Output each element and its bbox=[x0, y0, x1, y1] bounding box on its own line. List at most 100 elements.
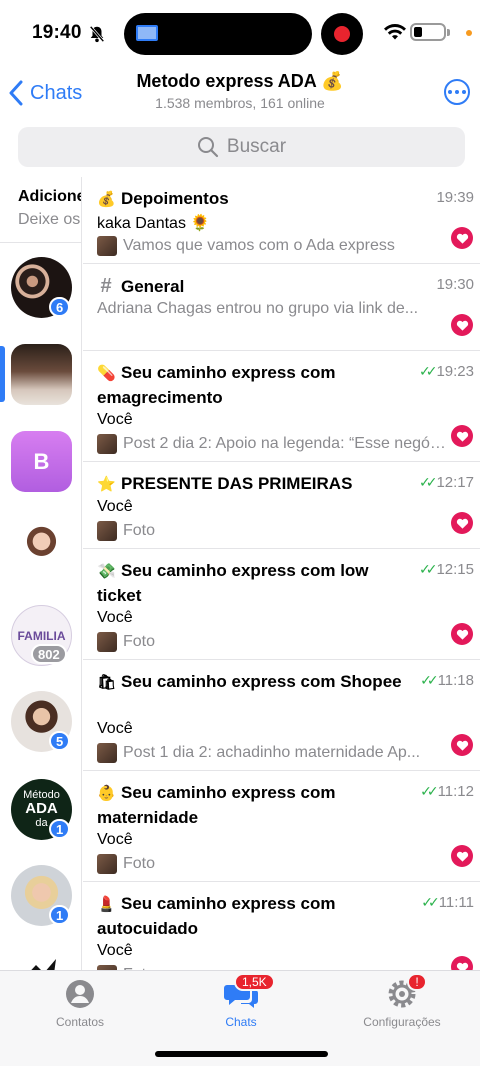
topic-sender: Você bbox=[97, 498, 133, 515]
topic-preview: Post 2 dia 2: Apoio na legenda: “Esse ne… bbox=[97, 434, 447, 454]
tab-contacts[interactable]: Contatos bbox=[25, 979, 135, 1029]
media-thumbnail bbox=[97, 632, 117, 652]
heart-reaction-icon[interactable] bbox=[451, 512, 473, 534]
topic-title: Seu caminho express com autocuidado bbox=[97, 894, 336, 938]
sidebar-chat-avatar[interactable]: 6 bbox=[11, 257, 72, 318]
read-checkmark-icon: ✓✓ bbox=[418, 363, 438, 379]
topic-name: 🛍 Seu caminho express com Shopee bbox=[97, 670, 407, 695]
media-thumbnail bbox=[97, 236, 117, 256]
topic-sender: kaka Dantas 🌻 bbox=[97, 215, 211, 232]
topic-row[interactable]: 👶 Seu caminho express com maternidade ✓✓ 11… bbox=[83, 771, 480, 882]
topic-sender: Você bbox=[97, 720, 133, 737]
topic-sender: Você bbox=[97, 609, 133, 626]
topic-time: 19:39 bbox=[436, 189, 474, 206]
sidebar-chat-avatar[interactable] bbox=[11, 951, 72, 972]
topic-sender: Você bbox=[97, 411, 133, 428]
topic-time: ✓✓ 11:18 bbox=[420, 672, 474, 689]
time-text: 19:30 bbox=[436, 276, 474, 293]
topic-row[interactable]: # General 19:30 Adriana Chagas entrou no gr… bbox=[83, 264, 480, 351]
topic-title: Seu caminho express com Shopee bbox=[121, 672, 402, 691]
preview-text: Adriana Chagas entrou no grupo via link … bbox=[97, 300, 419, 317]
topic-row[interactable]: 💊 Seu caminho express com emagrecimento ✓✓… bbox=[83, 351, 480, 462]
topic-time: ✓✓ 12:15 bbox=[419, 561, 474, 578]
sidebar-add-banner[interactable]: Adicione Deixe os bbox=[0, 177, 81, 243]
unread-badge: 1 bbox=[49, 819, 71, 839]
topic-preview: Post 1 dia 2: achadinho maternidade Ap..… bbox=[97, 743, 447, 763]
topic-preview: Foto bbox=[97, 632, 447, 652]
topic-icon: 🛍 bbox=[97, 674, 117, 691]
media-thumbnail bbox=[97, 434, 117, 454]
preview-text: Foto bbox=[123, 855, 156, 872]
topic-row[interactable]: 💄 Seu caminho express com autocuidado ✓✓ 11… bbox=[83, 882, 480, 972]
topic-title: General bbox=[121, 277, 185, 296]
more-options-button[interactable] bbox=[444, 79, 470, 105]
search-input[interactable]: Buscar bbox=[18, 127, 465, 167]
preview-text: Post 2 dia 2: Apoio na legenda: “Esse ne… bbox=[123, 435, 447, 452]
topic-title: Seu caminho express com emagrecimento bbox=[97, 363, 336, 407]
time-text: 11:18 bbox=[437, 672, 474, 689]
topic-name: 💄 Seu caminho express com autocuidado bbox=[97, 892, 407, 941]
avatar-letter: B bbox=[11, 431, 72, 492]
topic-sender: Você bbox=[97, 942, 133, 959]
settings-alert-badge: ! bbox=[407, 973, 427, 991]
chevron-left-icon bbox=[9, 80, 23, 106]
read-checkmark-icon: ✓✓ bbox=[418, 474, 438, 490]
topic-preview: Adriana Chagas entrou no grupo via link … bbox=[97, 300, 447, 318]
sidebar-chat-avatar[interactable]: Método ADA da 1 bbox=[11, 779, 72, 840]
heart-reaction-icon[interactable] bbox=[451, 227, 473, 249]
read-checkmark-icon: ✓✓ bbox=[421, 894, 440, 910]
topic-time: ✓✓ 12:17 bbox=[419, 474, 474, 491]
home-indicator bbox=[155, 1051, 328, 1057]
topic-name: # General bbox=[97, 274, 407, 299]
heart-reaction-icon[interactable] bbox=[451, 845, 473, 867]
topic-row[interactable]: 💰 Depoimentos 19:39 kaka Dantas 🌻 Vamos que … bbox=[83, 177, 480, 264]
sidebar-chat-avatar[interactable] bbox=[11, 344, 72, 405]
sidebar-chat-avatar[interactable]: FAMILIA 802 bbox=[11, 605, 72, 666]
topic-preview: Foto bbox=[97, 521, 447, 541]
preview-text: Foto bbox=[123, 633, 156, 650]
topic-title: Seu caminho express com maternidade bbox=[97, 783, 336, 827]
wifi-icon bbox=[384, 24, 406, 40]
preview-text: Foto bbox=[123, 522, 156, 539]
status-time: 19:40 bbox=[32, 22, 82, 43]
sidebar-chat-avatar[interactable]: B bbox=[11, 431, 72, 492]
bell-muted-icon bbox=[89, 25, 105, 43]
sidebar-chat-avatar[interactable] bbox=[11, 517, 72, 578]
topic-row[interactable]: 🛍 Seu caminho express com Shopee ✓✓ 11:18 Vo… bbox=[83, 660, 480, 771]
time-text: 19:23 bbox=[436, 363, 474, 380]
read-checkmark-icon: ✓✓ bbox=[420, 783, 439, 799]
topic-name: 👶 Seu caminho express com maternidade bbox=[97, 781, 407, 830]
topic-time: ✓✓ 19:23 bbox=[419, 363, 474, 380]
preview-text: Post 1 dia 2: achadinho maternidade Ap..… bbox=[123, 744, 421, 761]
topic-title: PRESENTE DAS PRIMEIRAS bbox=[121, 474, 353, 493]
person-icon bbox=[66, 980, 94, 1008]
heart-reaction-icon[interactable] bbox=[451, 425, 473, 447]
topic-icon: 💰 bbox=[97, 191, 116, 208]
sidebar-chat-avatar[interactable]: 5 bbox=[11, 691, 72, 752]
topic-row[interactable]: ⭐ PRESENTE DAS PRIMEIRAS ✓✓ 12:17 Você Foto bbox=[83, 462, 480, 549]
topic-preview: Vamos que vamos com o Ada express bbox=[97, 236, 447, 256]
heart-reaction-icon[interactable] bbox=[451, 314, 473, 336]
heart-reaction-icon[interactable] bbox=[451, 734, 473, 756]
tab-chats[interactable]: 1,5K Chats bbox=[186, 973, 296, 1029]
tab-chats-label: Chats bbox=[225, 1015, 257, 1029]
heart-reaction-icon[interactable] bbox=[451, 623, 473, 645]
unread-badge: 5 bbox=[49, 731, 71, 751]
folder-sidebar: Adicione Deixe os 6 B FAMILIA 802 5 Méto… bbox=[0, 177, 82, 972]
tab-contacts-label: Contatos bbox=[55, 1015, 105, 1029]
topic-name: ⭐ PRESENTE DAS PRIMEIRAS bbox=[97, 472, 407, 497]
back-button[interactable]: Chats bbox=[8, 78, 82, 108]
media-thumbnail bbox=[97, 854, 117, 874]
tab-settings[interactable]: ! Configurações bbox=[347, 973, 457, 1029]
read-checkmark-icon: ✓✓ bbox=[420, 672, 439, 688]
sidebar-banner-sub: Deixe os bbox=[18, 211, 81, 228]
read-checkmark-icon: ✓✓ bbox=[418, 561, 438, 577]
avatar-text: ADA bbox=[25, 800, 58, 817]
group-header[interactable]: Metodo express ADA 💰 1.538 membros, 161 … bbox=[90, 71, 390, 111]
chats-unread-badge: 1,5K bbox=[234, 973, 275, 991]
sidebar-chat-avatar[interactable]: 1 bbox=[11, 865, 72, 926]
time-text: 12:17 bbox=[436, 474, 474, 491]
time-text: 19:39 bbox=[436, 189, 474, 206]
topic-row[interactable]: 💸 Seu caminho express com low ticket ✓✓ 12:… bbox=[83, 549, 480, 660]
topic-name: 💸 Seu caminho express com low ticket bbox=[97, 559, 407, 608]
